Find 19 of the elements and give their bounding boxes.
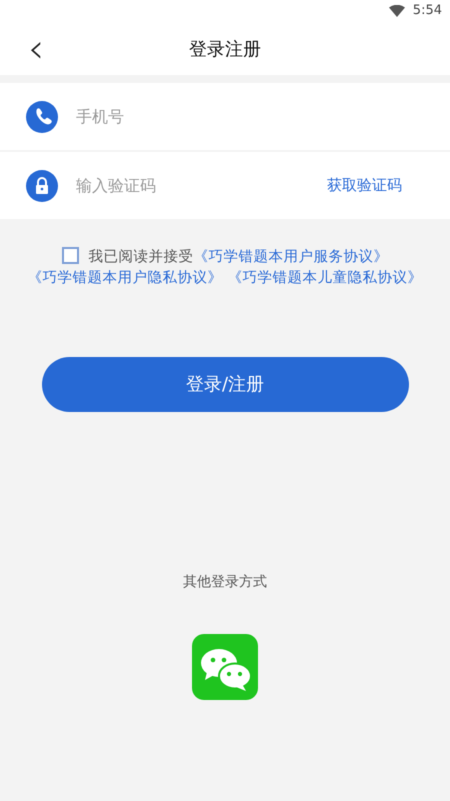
agreement-link[interactable]: 《巧学错题本儿童隐私协议》	[227, 270, 422, 286]
agreement-checkbox[interactable]	[62, 247, 78, 264]
back-button[interactable]: ‹	[22, 28, 50, 68]
page-title: 登录注册	[189, 38, 261, 62]
lock-icon	[26, 170, 58, 202]
code-field[interactable]: 输入验证码 获取验证码	[0, 152, 450, 219]
wechat-login-button[interactable]	[192, 634, 258, 700]
code-input[interactable]: 输入验证码	[74, 172, 327, 198]
phone-field[interactable]: 手机号	[0, 83, 450, 150]
phone-icon	[26, 100, 58, 132]
get-code-link[interactable]: 获取验证码	[327, 174, 402, 197]
agreement-text: 我已阅读并接受	[88, 249, 194, 265]
status-time: 5:54	[412, 2, 442, 20]
wifi-icon	[388, 5, 405, 17]
login-button[interactable]: 登录/注册	[42, 357, 408, 412]
other-login-label: 其他登录方式	[182, 573, 268, 592]
agreement-link[interactable]: 《巧学错题本用户服务协议》	[194, 249, 388, 265]
phone-input[interactable]: 手机号	[74, 104, 424, 130]
agreement-link[interactable]: 《巧学错题本用户隐私协议》	[28, 270, 223, 286]
